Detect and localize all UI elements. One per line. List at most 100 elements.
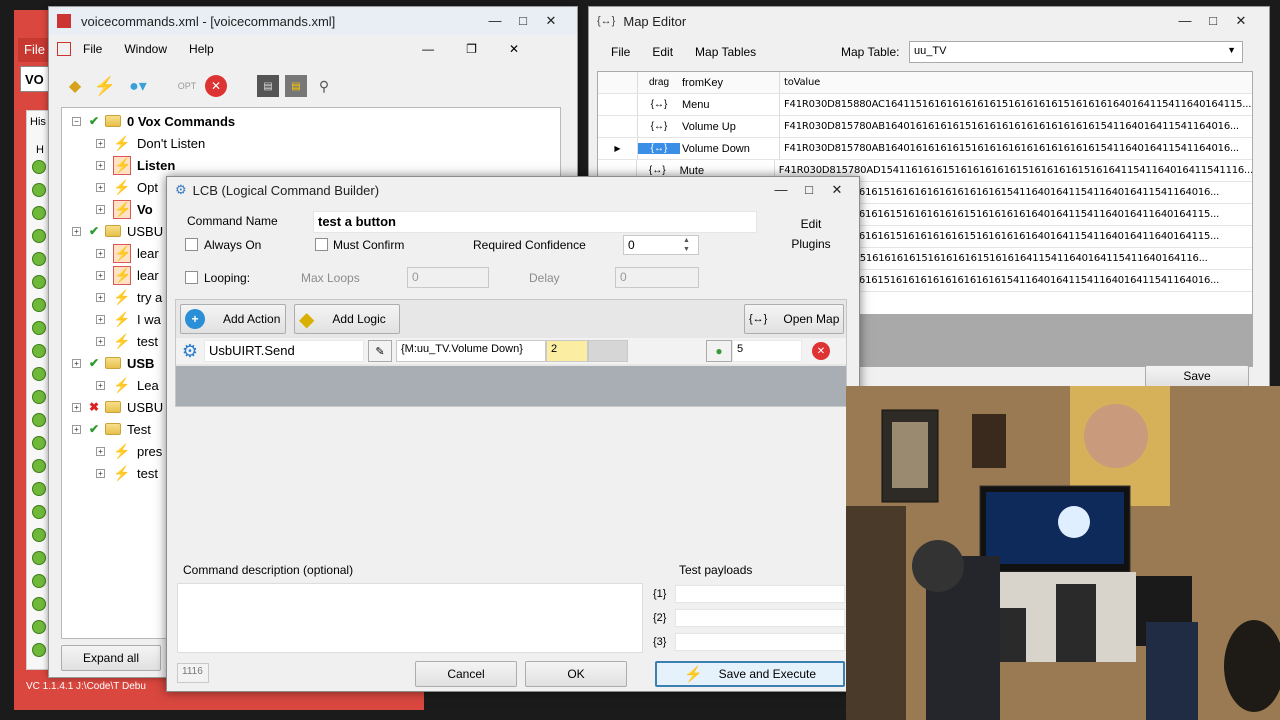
mdi-minimize-icon[interactable]: — [422, 42, 434, 56]
row-selector[interactable]: ▶ [598, 138, 638, 159]
tree-node[interactable]: + ⚡ Opt [96, 176, 158, 198]
command-name-input[interactable]: test a button [313, 211, 757, 233]
pencil-icon[interactable]: ✎ [368, 340, 392, 362]
count-field[interactable]: 5 [732, 340, 802, 362]
options-icon[interactable]: OPT [175, 74, 199, 98]
to-value-cell[interactable]: F41R030D815780AB164016161616151616161616… [780, 143, 1239, 154]
plugin-name-field[interactable]: UsbUIRT.Send [204, 340, 364, 362]
col-fromkey[interactable]: fromKey [680, 72, 780, 93]
expand-toggle-icon[interactable]: + [96, 204, 105, 214]
lcb-titlebar[interactable]: ⚙ LCB (Logical Command Builder) — □ ✕ [167, 177, 859, 203]
drag-handle-icon[interactable]: {↔} [637, 165, 678, 176]
tree-node[interactable]: + ⚡ pres [96, 440, 162, 462]
tree-node[interactable]: + ⚡ Vo [96, 198, 153, 220]
map-menu-map-tables[interactable]: Map Tables [695, 45, 756, 59]
add-action-button[interactable]: + Add Action [180, 304, 286, 334]
tree-node[interactable]: + ⚡ Lea [96, 374, 159, 396]
tree-node[interactable]: + ⚡ Don't Listen [96, 132, 205, 154]
map-row[interactable]: {↔} Menu F41R030D815880AC16411516161616161… [598, 94, 1252, 116]
ok-button[interactable]: OK [525, 661, 627, 687]
drag-handle-icon[interactable]: {↔} [638, 143, 680, 154]
expand-toggle-icon[interactable]: + [96, 380, 105, 390]
expand-toggle-icon[interactable]: + [72, 402, 81, 412]
map-save-button[interactable]: Save [1145, 365, 1249, 387]
menu-window[interactable]: Window [124, 42, 167, 56]
expand-toggle-icon[interactable]: + [96, 138, 105, 148]
save-execute-button[interactable]: ⚡ Save and Execute [655, 661, 845, 687]
expand-toggle-icon[interactable]: + [72, 424, 81, 434]
map-menu-file[interactable]: File [611, 45, 630, 59]
always-on-checkbox[interactable] [185, 238, 198, 251]
expand-all-button[interactable]: Expand all [61, 645, 161, 671]
col-tovalue[interactable]: toValue [780, 77, 820, 88]
from-key-cell[interactable]: Menu [680, 94, 780, 115]
map-editor-titlebar[interactable]: {↔} Map Editor — □ ✕ [589, 7, 1269, 35]
open-map-button[interactable]: {↔} Open Map [744, 304, 844, 334]
cancel-button[interactable]: Cancel [415, 661, 517, 687]
payload-2-input[interactable] [675, 609, 845, 627]
tree-node[interactable]: − ✔ 0 Vox Commands [72, 110, 235, 132]
row-selector[interactable] [598, 116, 638, 137]
tag-icon[interactable]: ◆ [63, 74, 87, 98]
tree-node[interactable]: + ⚡ lear [96, 264, 159, 286]
from-key-cell[interactable]: Volume Up [680, 116, 780, 137]
map-menu-edit[interactable]: Edit [652, 45, 673, 59]
payload-3-input[interactable] [675, 633, 845, 651]
expand-toggle-icon[interactable]: + [72, 226, 81, 236]
mdi-close-icon[interactable]: ✕ [509, 42, 519, 56]
search-icon[interactable]: ⚲ [313, 75, 335, 97]
expand-toggle-icon[interactable]: + [96, 182, 105, 192]
maximize-icon[interactable]: □ [509, 13, 537, 29]
save-icon[interactable]: ▤ [257, 75, 279, 97]
drag-handle-icon[interactable]: {↔} [638, 121, 680, 132]
expand-toggle-icon[interactable]: + [96, 292, 105, 302]
expand-toggle-icon[interactable]: + [96, 248, 105, 258]
must-confirm-checkbox[interactable] [315, 238, 328, 251]
tree-node[interactable]: + ⚡ test [96, 330, 158, 352]
col-drag[interactable]: drag [638, 77, 680, 88]
stepper-arrows-icon[interactable]: ▲ ▼ [683, 236, 690, 254]
looping-checkbox[interactable] [185, 271, 198, 284]
map-table-select[interactable]: uu_TV ▼ [909, 41, 1243, 63]
outer-tab-his[interactable]: His [30, 116, 46, 128]
param1-field[interactable]: {M:uu_TV.Volume Down} [396, 340, 546, 362]
map-row[interactable]: ▶ {↔} Volume Down F41R030D815780AB164016161… [598, 138, 1252, 160]
tree-node[interactable]: + ⚡ test [96, 462, 158, 484]
outer-tab-h[interactable]: H [36, 144, 44, 156]
menu-file[interactable]: File [83, 42, 102, 56]
tree-node[interactable]: + ⚡ I wa [96, 308, 161, 330]
to-value-cell[interactable]: F41R030D815780AB164016161616151616161616… [780, 121, 1239, 132]
expand-toggle-icon[interactable]: + [96, 336, 105, 346]
minimize-icon[interactable]: — [1171, 13, 1199, 29]
lightning-icon[interactable]: ⚡ [93, 74, 117, 98]
max-loops-input[interactable]: 0 [407, 267, 489, 288]
speech-bubble-icon[interactable]: ●▾ [123, 74, 153, 98]
minimize-icon[interactable]: — [767, 182, 795, 198]
maximize-icon[interactable]: □ [1199, 13, 1227, 29]
add-logic-button[interactable]: ◆ Add Logic [294, 304, 400, 334]
mdi-restore-icon[interactable]: ❐ [466, 42, 477, 56]
edit-plugins-link[interactable]: Edit Plugins [779, 214, 843, 254]
tree-node[interactable]: + ✔ USBU [72, 220, 163, 242]
voicecommands-titlebar[interactable]: voicecommands.xml - [voicecommands.xml] … [49, 7, 577, 35]
expand-toggle-icon[interactable]: + [96, 468, 105, 478]
tree-node[interactable]: + ⚡ lear [96, 242, 159, 264]
tree-node[interactable]: + ⚡ Listen [96, 154, 175, 176]
expand-toggle-icon[interactable]: + [96, 314, 105, 324]
close-icon[interactable]: ✕ [537, 13, 565, 29]
colors-icon[interactable]: ● [706, 340, 732, 362]
expand-toggle-icon[interactable]: + [96, 446, 105, 456]
map-row[interactable]: {↔} Volume Up F41R030D815780AB164016161616… [598, 116, 1252, 138]
close-icon[interactable]: ✕ [823, 182, 851, 198]
expand-toggle-icon[interactable]: + [96, 160, 105, 170]
tree-node[interactable]: + ✔ Test [72, 418, 151, 440]
menu-help[interactable]: Help [189, 42, 214, 56]
expand-toggle-icon[interactable]: + [72, 358, 81, 368]
payload-1-input[interactable] [675, 585, 845, 603]
remove-action-icon[interactable]: ✕ [812, 342, 830, 360]
to-value-cell[interactable]: F41R030D815780AD154116161615161616161615… [775, 165, 1252, 176]
tree-node[interactable]: + ⚡ try a [96, 286, 162, 308]
description-textarea[interactable] [177, 583, 643, 653]
tree-node[interactable]: + ✖ USBU [72, 396, 163, 418]
save-as-icon[interactable]: ▤ [285, 75, 307, 97]
